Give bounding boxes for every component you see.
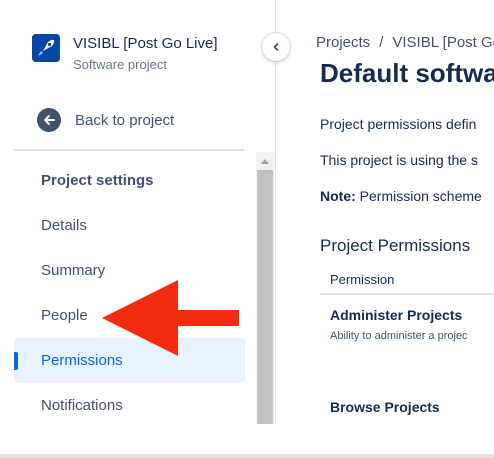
main-content: Projects / VISIBL [Post Go Default softwa … (277, 0, 494, 424)
back-to-project-label: Back to project (75, 111, 175, 129)
nav-heading: Project settings (41, 172, 154, 189)
permissions-description: Project permissions defin (320, 116, 477, 132)
sidebar-scrollbar[interactable] (256, 152, 274, 424)
sidebar-item-notifications[interactable]: Notifications (14, 383, 245, 428)
page-title: Default softwa (320, 58, 494, 88)
note-label: Note: (320, 188, 356, 204)
window-bottom (0, 424, 494, 458)
bottom-border (0, 454, 494, 458)
sidebar-item-details[interactable]: Details (14, 203, 245, 248)
scheme-note: Note: Permission scheme (320, 188, 482, 204)
scroll-up-icon[interactable] (256, 152, 274, 170)
breadcrumb-project[interactable]: VISIBL [Post Go (392, 34, 494, 51)
project-header[interactable]: VISIBL [Post Go Live] Software project (32, 34, 218, 74)
table-header-permission[interactable]: Permission (320, 265, 494, 295)
breadcrumb-projects[interactable]: Projects (316, 34, 370, 51)
arrow-left-icon (37, 108, 61, 132)
back-to-project-link[interactable]: Back to project (37, 108, 174, 132)
project-sidebar: VISIBL [Post Go Live] Software project B… (0, 0, 276, 424)
permission-name: Browse Projects (330, 399, 440, 415)
scheme-usage-text: This project is using the s (320, 152, 478, 168)
scrollbar-thumb[interactable] (257, 170, 273, 424)
red-arrow-icon (102, 280, 239, 356)
breadcrumb: Projects / VISIBL [Post Go (316, 34, 494, 51)
project-name: VISIBL [Post Go Live] (73, 35, 218, 52)
rocket-icon (32, 34, 60, 62)
permission-description: Ability to administer a projec (330, 330, 468, 342)
sidebar-edge (275, 0, 276, 424)
breadcrumb-separator: / (379, 34, 384, 51)
sidebar-divider (14, 149, 244, 151)
permission-name: Administer Projects (330, 307, 463, 323)
section-title: Project Permissions (320, 236, 471, 255)
note-text: Permission scheme (359, 188, 482, 204)
project-type: Software project (73, 57, 167, 72)
